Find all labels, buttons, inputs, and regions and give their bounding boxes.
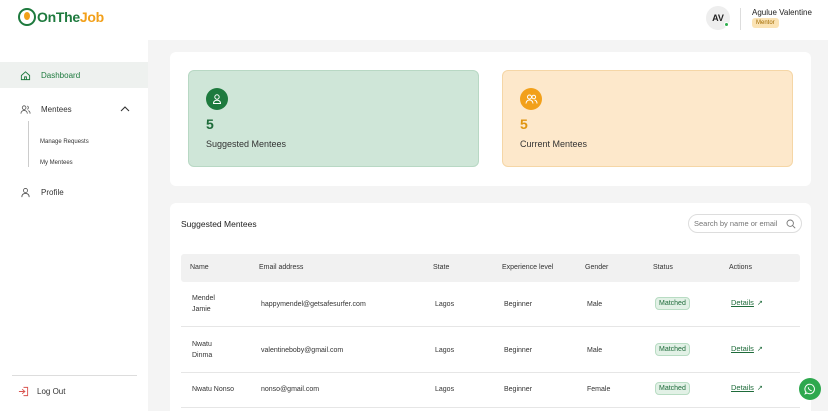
mentee-state: Lagos (435, 386, 455, 393)
logo-text-main: OnThe (37, 9, 80, 25)
panel-title: Suggested Mentees (181, 219, 257, 229)
column-header[interactable]: Experience level (502, 264, 553, 271)
suggested-mentees-panel: Suggested Mentees Name Email address Sta… (170, 203, 811, 411)
suggested-mentees-count: 5 (206, 116, 214, 132)
mentee-name-line1: Nwatu (192, 341, 212, 348)
status-badge: Matched (655, 343, 690, 356)
current-mentees-label: Current Mentees (520, 139, 588, 149)
sidebar-item-mentees[interactable]: Mentees (0, 96, 148, 122)
details-link-label: Details (731, 344, 754, 353)
user-icon (206, 88, 228, 110)
mentee-email: valentineboby@gmail.com (261, 347, 344, 354)
mentee-email: nonso@gmail.com (261, 386, 320, 393)
users-icon (20, 104, 31, 114)
header-divider (740, 8, 741, 30)
table-row: Mendel Jamie happymendel@getsafesurfer.c… (181, 282, 800, 327)
suggested-mentees-card: 5 Suggested Mentees (188, 70, 479, 167)
arrow-up-right-icon: ↗ (756, 385, 763, 392)
details-link-label: Details (731, 383, 754, 392)
mentee-gender: Male (587, 347, 603, 354)
details-link[interactable]: Details ↗ (731, 298, 763, 307)
sidebar-item-label: Mentees (41, 104, 72, 114)
sidebar-item-profile[interactable]: Profile (0, 179, 148, 205)
mentee-email: happymendel@getsafesurfer.com (261, 301, 366, 308)
logo-text-accent: Job (79, 9, 104, 25)
column-header: Actions (729, 264, 752, 271)
user-name: Agulue Valentine (752, 8, 812, 17)
mentee-name-line1: Mendel (192, 295, 215, 302)
mentee-experience: Beginner (504, 347, 533, 354)
column-header[interactable]: Name (190, 264, 209, 271)
status-badge: Matched (655, 297, 690, 310)
mentee-name: Nwatu Nonso (192, 386, 235, 393)
top-header: OnTheJob AV Agulue Valentine Mentor (0, 0, 828, 40)
search-input[interactable] (688, 214, 802, 233)
logout-button[interactable]: Log Out (18, 384, 65, 398)
sidebar-divider (12, 375, 137, 376)
mentee-state: Lagos (435, 301, 455, 308)
chevron-up-icon[interactable] (120, 105, 130, 112)
mentee-name-line2: Jamie (192, 306, 211, 313)
mentee-experience: Beginner (504, 386, 533, 393)
arrow-up-right-icon: ↗ (756, 346, 763, 353)
suggested-mentees-label: Suggested Mentees (206, 139, 287, 149)
column-header[interactable]: State (433, 264, 449, 271)
whatsapp-chat-button[interactable] (799, 378, 821, 400)
details-link-label: Details (731, 298, 754, 307)
mentee-state: Lagos (435, 347, 455, 354)
onthejob-logo[interactable]: OnTheJob (18, 8, 104, 26)
arrow-up-right-icon: ↗ (756, 300, 763, 307)
sidebar-item-dashboard[interactable]: Dashboard (0, 62, 148, 88)
sidebar-subitem-manage-requests[interactable]: Manage Requests (40, 139, 89, 145)
mentee-experience: Beginner (504, 301, 533, 308)
sidebar: Dashboard Mentees Manage Requests My Men… (0, 40, 148, 411)
column-header[interactable]: Email address (259, 264, 303, 271)
logout-icon (18, 386, 29, 396)
users-icon (520, 88, 542, 110)
status-badge: Matched (655, 382, 690, 395)
sidebar-subitem-my-mentees[interactable]: My Mentees (40, 160, 73, 166)
mentee-gender: Male (587, 301, 603, 308)
table-row: Nwatu Nonso nonso@gmail.com Lagos Beginn… (181, 373, 800, 408)
search-icon[interactable] (786, 219, 796, 229)
submenu-line (28, 121, 29, 167)
whatsapp-icon (804, 383, 815, 395)
user-role-badge: Mentor (752, 18, 779, 28)
sidebar-item-label: Dashboard (41, 70, 81, 80)
mentee-name-line2: Dinma (192, 352, 213, 359)
logo-mark-icon (18, 8, 36, 26)
stats-panel: 5 Suggested Mentees 5 Current Mentees (170, 52, 811, 186)
sidebar-item-label: Profile (41, 187, 64, 197)
mentee-gender: Female (587, 386, 611, 393)
current-mentees-count: 5 (520, 116, 528, 132)
details-link[interactable]: Details ↗ (731, 383, 763, 392)
user-icon (21, 187, 30, 197)
current-mentees-card: 5 Current Mentees (502, 70, 793, 167)
home-icon (20, 70, 31, 80)
column-header[interactable]: Gender (585, 264, 608, 271)
online-status-dot (724, 22, 729, 27)
table-row: Nwatu Dinma valentineboby@gmail.com Lago… (181, 327, 800, 373)
table-header: Name Email address State Experience leve… (181, 254, 800, 282)
column-header[interactable]: Status (653, 264, 673, 271)
logout-label: Log Out (37, 386, 66, 396)
details-link[interactable]: Details ↗ (731, 344, 763, 353)
